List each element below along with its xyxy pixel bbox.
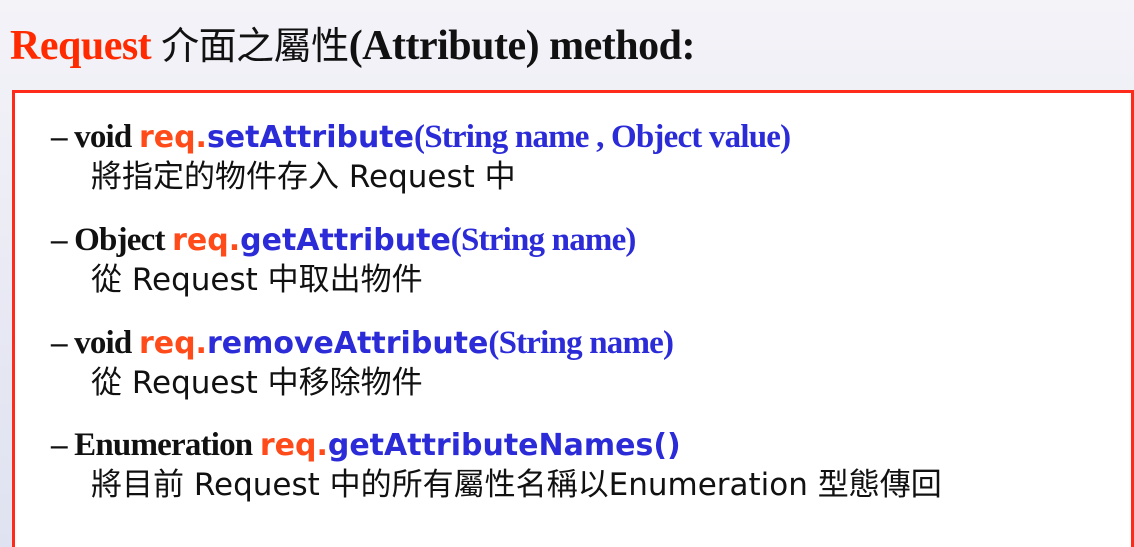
method-name: getAttributeNames()	[327, 428, 681, 463]
list-item: – Object req.getAttribute(String name) 從…	[51, 220, 636, 300]
return-type: – void	[51, 119, 132, 155]
method-params: (String name)	[450, 222, 637, 258]
method-name: setAttribute	[206, 120, 414, 155]
title-zh: 介面之屬性	[161, 24, 349, 68]
method-name: removeAttribute	[206, 326, 489, 361]
method-description: 將目前 Request 中的所有屬性名稱以Enumeration 型態傳回	[91, 467, 942, 503]
title-rest: (Attribute) method:	[348, 23, 696, 69]
object-ref: req.	[172, 223, 241, 258]
method-signature: – Enumeration req.getAttributeNames()	[51, 425, 942, 465]
list-item: – Enumeration req.getAttributeNames() 將目…	[51, 425, 942, 505]
method-signature: – void req.setAttribute(String name , Ob…	[51, 117, 791, 157]
content-box: – void req.setAttribute(String name , Ob…	[12, 90, 1134, 547]
title-accent: Request	[10, 23, 152, 69]
method-description: 從 Request 中取出物件	[91, 262, 423, 298]
object-ref: req.	[138, 326, 207, 361]
slide-title: Request 介面之屬性(Attribute) method:	[10, 16, 695, 76]
method-params: (String name , Object value)	[414, 119, 791, 155]
object-ref: req.	[138, 120, 207, 155]
object-ref: req.	[259, 428, 328, 463]
method-description: 將指定的物件存入 Request 中	[91, 159, 516, 195]
method-description: 從 Request 中移除物件	[91, 365, 423, 401]
method-signature: – Object req.getAttribute(String name)	[51, 220, 636, 260]
return-type: – Enumeration	[51, 427, 253, 463]
method-params: (String name)	[488, 325, 674, 361]
list-item: – void req.removeAttribute(String name) …	[51, 323, 674, 403]
method-signature: – void req.removeAttribute(String name)	[51, 323, 674, 363]
list-item: – void req.setAttribute(String name , Ob…	[51, 117, 791, 197]
method-name: getAttribute	[240, 223, 451, 258]
return-type: – Object	[51, 222, 165, 258]
return-type: – void	[51, 325, 132, 361]
